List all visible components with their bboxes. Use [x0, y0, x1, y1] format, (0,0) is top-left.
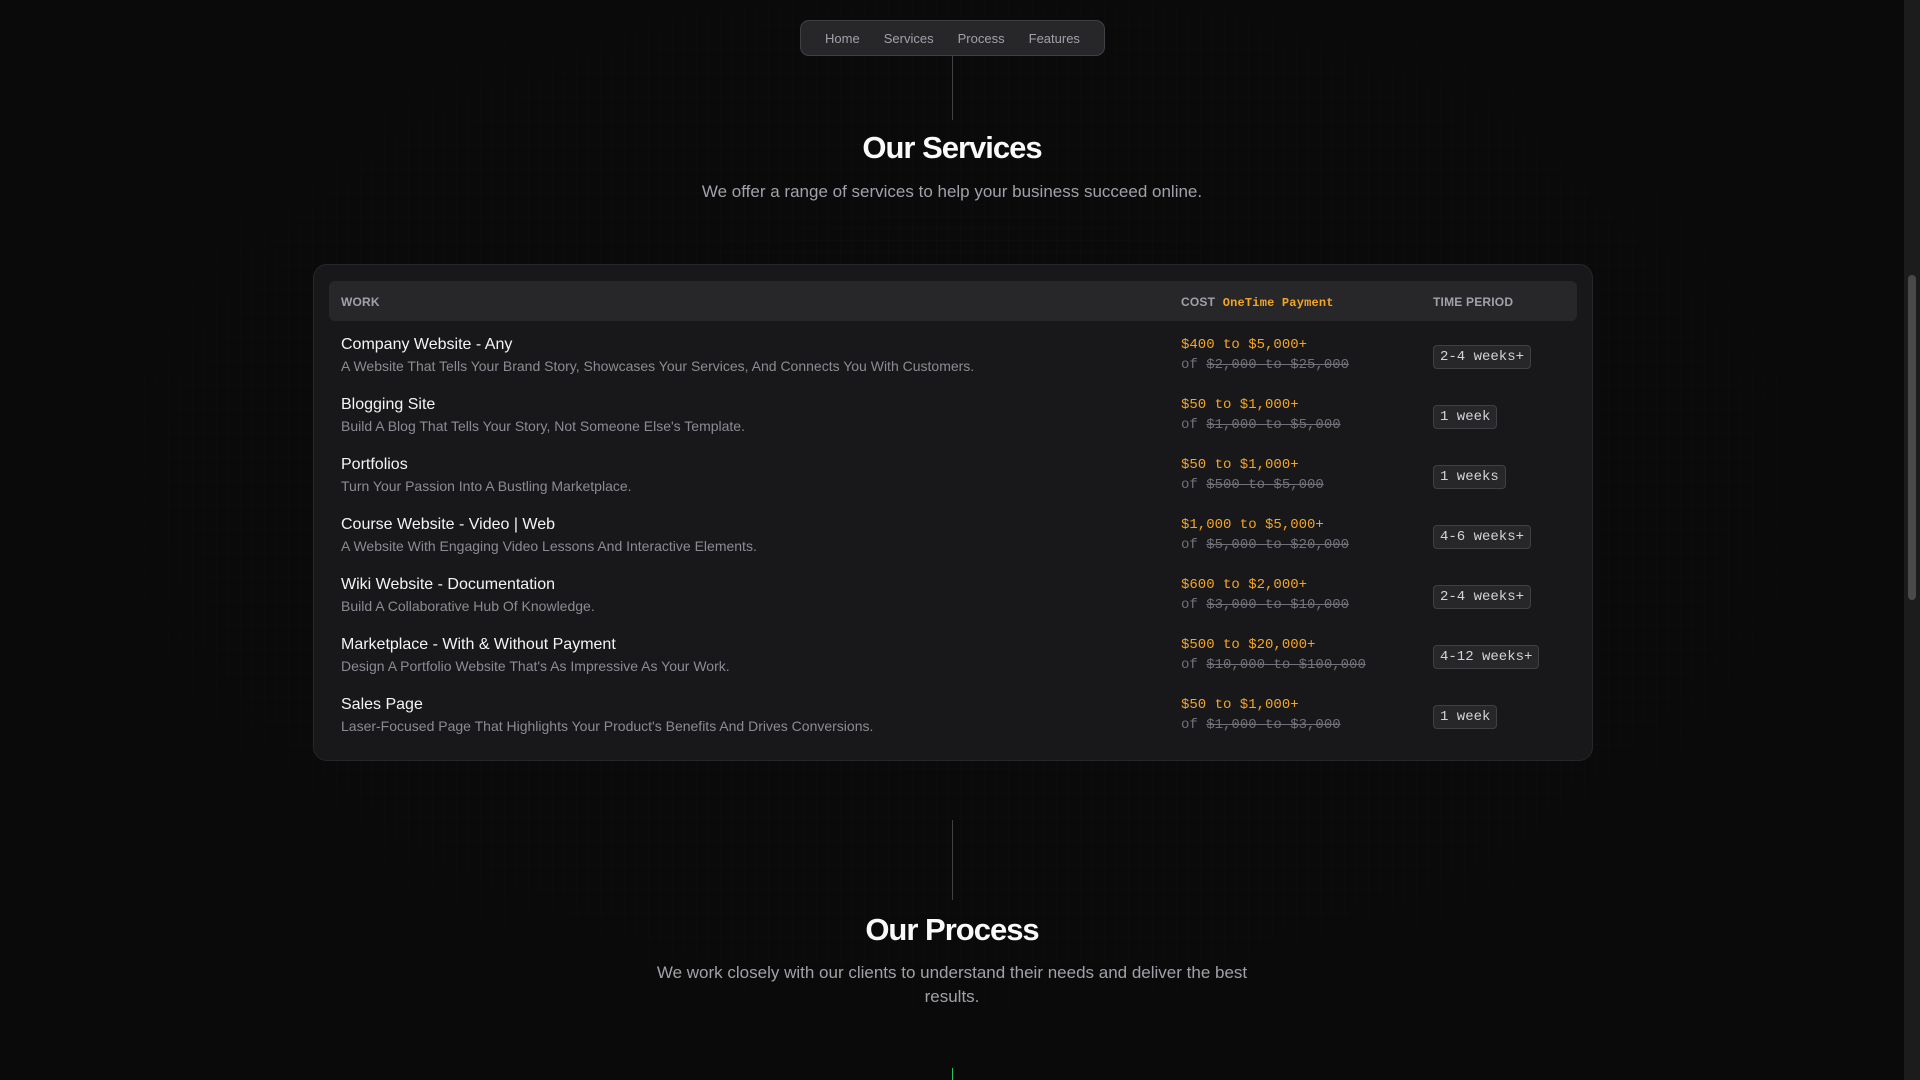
scrollbar-thumb[interactable]: [1908, 275, 1916, 600]
period-badge: 1 week: [1433, 705, 1498, 729]
old-cost-value: $3,000 to $10,000: [1206, 597, 1350, 613]
of-label: of: [1181, 597, 1198, 613]
service-old-cost: of $1,000 to $5,000: [1181, 417, 1341, 433]
period-badge: 4-6 weeks+: [1433, 525, 1532, 549]
service-cost: $1,000 to $5,000+: [1181, 517, 1324, 533]
of-label: of: [1181, 357, 1198, 373]
nav-home[interactable]: Home: [825, 31, 860, 46]
service-title: Wiki Website - Documentation: [341, 576, 555, 593]
nav-process[interactable]: Process: [958, 31, 1005, 46]
table-row: Marketplace - With & Without Payment Des…: [314, 636, 1594, 696]
process-title: Our Process: [865, 912, 1039, 947]
services-title: Our Services: [862, 130, 1042, 165]
period-badge: 2-4 weeks+: [1433, 345, 1532, 369]
service-cost: $50 to $1,000+: [1181, 457, 1299, 473]
table-header: WORK COST OneTime Payment TIME PERIOD: [329, 281, 1577, 321]
service-old-cost: of $3,000 to $10,000: [1181, 597, 1349, 613]
top-nav: Home Services Process Features: [800, 20, 1105, 56]
header-work: WORK: [341, 295, 380, 309]
service-cost: $500 to $20,000+: [1181, 637, 1316, 653]
service-title: Course Website - Video | Web: [341, 516, 556, 533]
period-badge: 1 week: [1433, 405, 1498, 429]
header-cost: COST OneTime Payment: [1181, 295, 1334, 310]
old-cost-value: $5,000 to $20,000: [1206, 537, 1350, 553]
service-title: Blogging Site: [341, 396, 436, 413]
of-label: of: [1181, 717, 1198, 733]
period-badge: 2-4 weeks+: [1433, 585, 1532, 609]
service-old-cost: of $5,000 to $20,000: [1181, 537, 1349, 553]
service-old-cost: of $1,000 to $3,000: [1181, 717, 1341, 733]
old-cost-value: $1,000 to $3,000: [1206, 717, 1341, 733]
of-label: of: [1181, 657, 1198, 673]
of-label: of: [1181, 537, 1198, 553]
service-cost: $400 to $5,000+: [1181, 337, 1308, 353]
table-row: Blogging Site Build A Blog That Tells Yo…: [314, 396, 1594, 456]
service-title: Company Website - Any: [341, 336, 513, 353]
old-cost-value: $10,000 to $100,000: [1206, 657, 1366, 673]
services-subtitle: We offer a range of services to help you…: [701, 182, 1203, 201]
service-cost: $50 to $1,000+: [1181, 697, 1299, 713]
header-cost-label: COST: [1181, 295, 1216, 309]
table-row: Company Website - Any A Website That Tel…: [314, 336, 1594, 396]
connector-line: [952, 820, 953, 900]
of-label: of: [1181, 477, 1198, 493]
service-description: Design A Portfolio Website That's As Imp…: [341, 658, 730, 674]
service-description: A Website With Engaging Video Lessons An…: [341, 538, 757, 554]
connector-line: [952, 56, 953, 120]
old-cost-value: $2,000 to $25,000: [1206, 357, 1350, 373]
service-description: Build A Blog That Tells Your Story, Not …: [341, 418, 745, 434]
table-row: Wiki Website - Documentation Build A Col…: [314, 576, 1594, 636]
period-badge: 1 weeks: [1433, 465, 1506, 489]
table-row: Course Website - Video | Web A Website W…: [314, 516, 1594, 576]
scrollbar[interactable]: [1904, 0, 1920, 1080]
service-old-cost: of $10,000 to $100,000: [1181, 657, 1366, 673]
nav-services[interactable]: Services: [884, 31, 934, 46]
header-cost-note: OneTime Payment: [1222, 296, 1334, 310]
process-subtitle: We work closely with our clients to unde…: [656, 963, 1248, 1006]
nav-features[interactable]: Features: [1029, 31, 1080, 46]
service-description: A Website That Tells Your Brand Story, S…: [341, 358, 975, 374]
table-row: Sales Page Laser-Focused Page That Highl…: [314, 696, 1594, 756]
page: Home Services Process Features Our Servi…: [0, 0, 1904, 1080]
service-cost: $600 to $2,000+: [1181, 577, 1308, 593]
period-badge: 4-12 weeks+: [1433, 645, 1540, 669]
service-title: Sales Page: [341, 696, 423, 713]
service-description: Turn Your Passion Into A Bustling Market…: [341, 478, 632, 494]
header-period: TIME PERIOD: [1433, 295, 1514, 309]
of-label: of: [1181, 417, 1198, 433]
service-description: Laser-Focused Page That Highlights Your …: [341, 718, 874, 734]
table-row: Portfolios Turn Your Passion Into A Bust…: [314, 456, 1594, 516]
service-title: Marketplace - With & Without Payment: [341, 636, 616, 653]
service-cost: $50 to $1,000+: [1181, 397, 1299, 413]
service-old-cost: of $2,000 to $25,000: [1181, 357, 1349, 373]
service-description: Build A Collaborative Hub Of Knowledge.: [341, 598, 595, 614]
service-old-cost: of $500 to $5,000: [1181, 477, 1324, 493]
services-table: WORK COST OneTime Payment TIME PERIOD Co…: [313, 264, 1593, 761]
process-line: [952, 1068, 953, 1080]
service-title: Portfolios: [341, 456, 408, 473]
old-cost-value: $500 to $5,000: [1206, 477, 1324, 493]
old-cost-value: $1,000 to $5,000: [1206, 417, 1341, 433]
